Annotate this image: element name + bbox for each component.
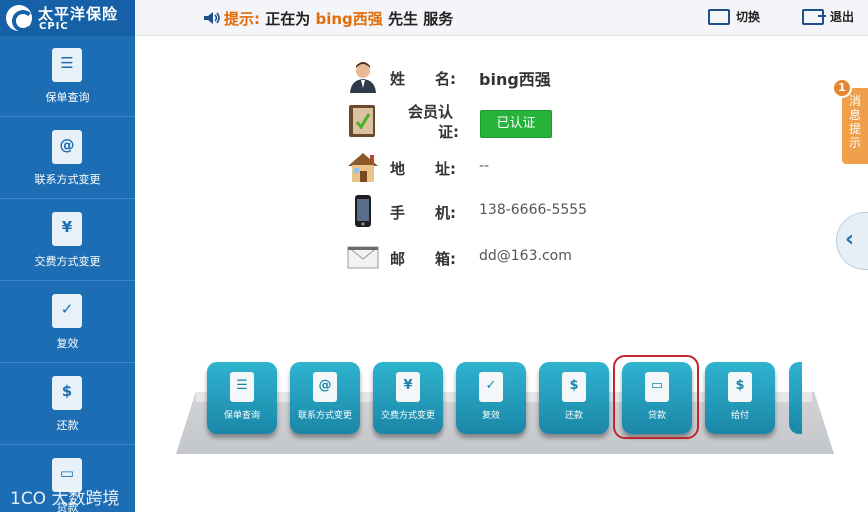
phone-label: 手 机: xyxy=(390,204,456,222)
service-tile-repayment[interactable]: $ 还款 xyxy=(539,362,609,434)
reinstate-icon: ✓ xyxy=(52,294,82,328)
reinstate-icon: ✓ xyxy=(479,372,503,402)
switch-icon xyxy=(708,8,730,25)
notice-text-post: 先生 服务 xyxy=(388,10,454,28)
policy-search-icon: ☰ xyxy=(52,48,82,82)
email-value: dd@163.com xyxy=(479,248,572,264)
sidebar-item-label: 联系方式变更 xyxy=(34,173,101,186)
email-label: 邮 箱: xyxy=(390,250,456,268)
money-bag-icon: $ xyxy=(728,372,752,402)
sidebar-item-label: 还款 xyxy=(56,419,79,432)
sidebar-item-label: 交费方式变更 xyxy=(34,255,101,268)
sidebar-item-label: 复效 xyxy=(56,337,79,350)
sidebar-item-payment-change[interactable]: ¥ 交费方式变更 xyxy=(0,200,135,281)
service-tile-label: 保单查询 xyxy=(223,411,260,421)
message-count-badge: 1 xyxy=(832,78,852,98)
notice-label: 提示: xyxy=(224,10,260,28)
service-tile-label: 给付 xyxy=(730,411,749,421)
chevron-left-icon: ‹ xyxy=(845,227,855,252)
member-book-icon xyxy=(349,105,375,137)
message-tab-label: 消息提示 xyxy=(848,94,861,150)
message-tab[interactable]: 消息提示 xyxy=(842,88,868,164)
service-tile-policy-query[interactable]: ☰ 保单查询 xyxy=(207,362,277,434)
watermark: 1CO 大数跨境 xyxy=(10,489,120,509)
collapse-panel-button[interactable]: ‹ xyxy=(836,212,868,270)
brand-logo: 太平洋保险 CPIC xyxy=(0,0,135,36)
name-value: bing西强 xyxy=(479,70,551,89)
repayment-icon: $ xyxy=(52,376,82,410)
service-notice: 提示: 正在为 bing西强 先生 服务 xyxy=(203,8,453,29)
top-bar: 太平洋保险 CPIC 提示: 正在为 bing西强 先生 服务 切换 退出 xyxy=(0,0,868,36)
sidebar-item-policy-query[interactable]: ☰ 保单查询 xyxy=(0,36,135,117)
payment-change-icon: ¥ xyxy=(52,212,82,246)
sidebar-item-contact-change[interactable]: @ 联系方式变更 xyxy=(0,118,135,199)
contact-change-icon: @ xyxy=(313,372,337,402)
service-tile-payout[interactable]: $ 给付 xyxy=(705,362,775,434)
house-icon xyxy=(348,153,378,182)
sidebar-item-repayment[interactable]: $ 还款 xyxy=(0,364,135,445)
member-label-line1: 会员认 xyxy=(408,103,454,121)
exit-icon xyxy=(802,8,826,25)
contact-change-icon: @ xyxy=(52,130,82,164)
service-tile-label: 联系方式变更 xyxy=(297,411,352,421)
exit-label: 退出 xyxy=(830,10,855,24)
payment-change-icon: ¥ xyxy=(396,372,420,402)
speaker-icon xyxy=(204,12,220,24)
phone-value: 138-6666-5555 xyxy=(479,202,588,218)
notice-text-pre: 正在为 xyxy=(265,10,311,28)
repayment-icon: $ xyxy=(562,372,586,402)
sidebar-item-reinstate[interactable]: ✓ 复效 xyxy=(0,282,135,363)
address-label: 地 址: xyxy=(390,160,456,178)
sidebar-item-label: 保单查询 xyxy=(45,91,90,104)
cpic-logo-icon xyxy=(6,5,34,32)
switch-label: 切换 xyxy=(736,10,761,24)
service-tile-contact-change[interactable]: @ 联系方式变更 xyxy=(290,362,360,434)
brand-name-en: CPIC xyxy=(39,21,69,32)
switch-button[interactable]: 切换 xyxy=(708,8,760,25)
user-avatar-icon xyxy=(350,62,376,93)
service-tile-partial[interactable] xyxy=(789,362,802,434)
policy-search-icon: ☰ xyxy=(230,372,254,402)
exit-button[interactable]: 退出 xyxy=(802,8,854,25)
service-tile-reinstate[interactable]: ✓ 复效 xyxy=(456,362,526,434)
member-label-line2: 证: xyxy=(438,123,459,141)
sidebar: ☰ 保单查询 @ 联系方式变更 ¥ 交费方式变更 ✓ 复效 $ 还款 ▭ 贷款 … xyxy=(0,36,135,512)
member-label: 会员认 证: xyxy=(408,102,459,142)
address-value: -- xyxy=(479,158,490,174)
phone-icon xyxy=(355,195,371,227)
name-label: 姓 名: xyxy=(390,70,456,88)
selection-highlight xyxy=(613,355,699,439)
envelope-icon xyxy=(347,246,379,269)
app-page: 太平洋保险 CPIC 提示: 正在为 bing西强 先生 服务 切换 退出 ☰ … xyxy=(0,0,868,512)
service-tile-label: 还款 xyxy=(564,411,583,421)
verified-badge: 已认证 xyxy=(480,110,552,138)
service-tile-payment-change[interactable]: ¥ 交费方式变更 xyxy=(373,362,443,434)
customer-name: bing西强 xyxy=(315,10,383,28)
service-tile-label: 交费方式变更 xyxy=(380,411,435,421)
service-tile-label: 复效 xyxy=(481,411,500,421)
